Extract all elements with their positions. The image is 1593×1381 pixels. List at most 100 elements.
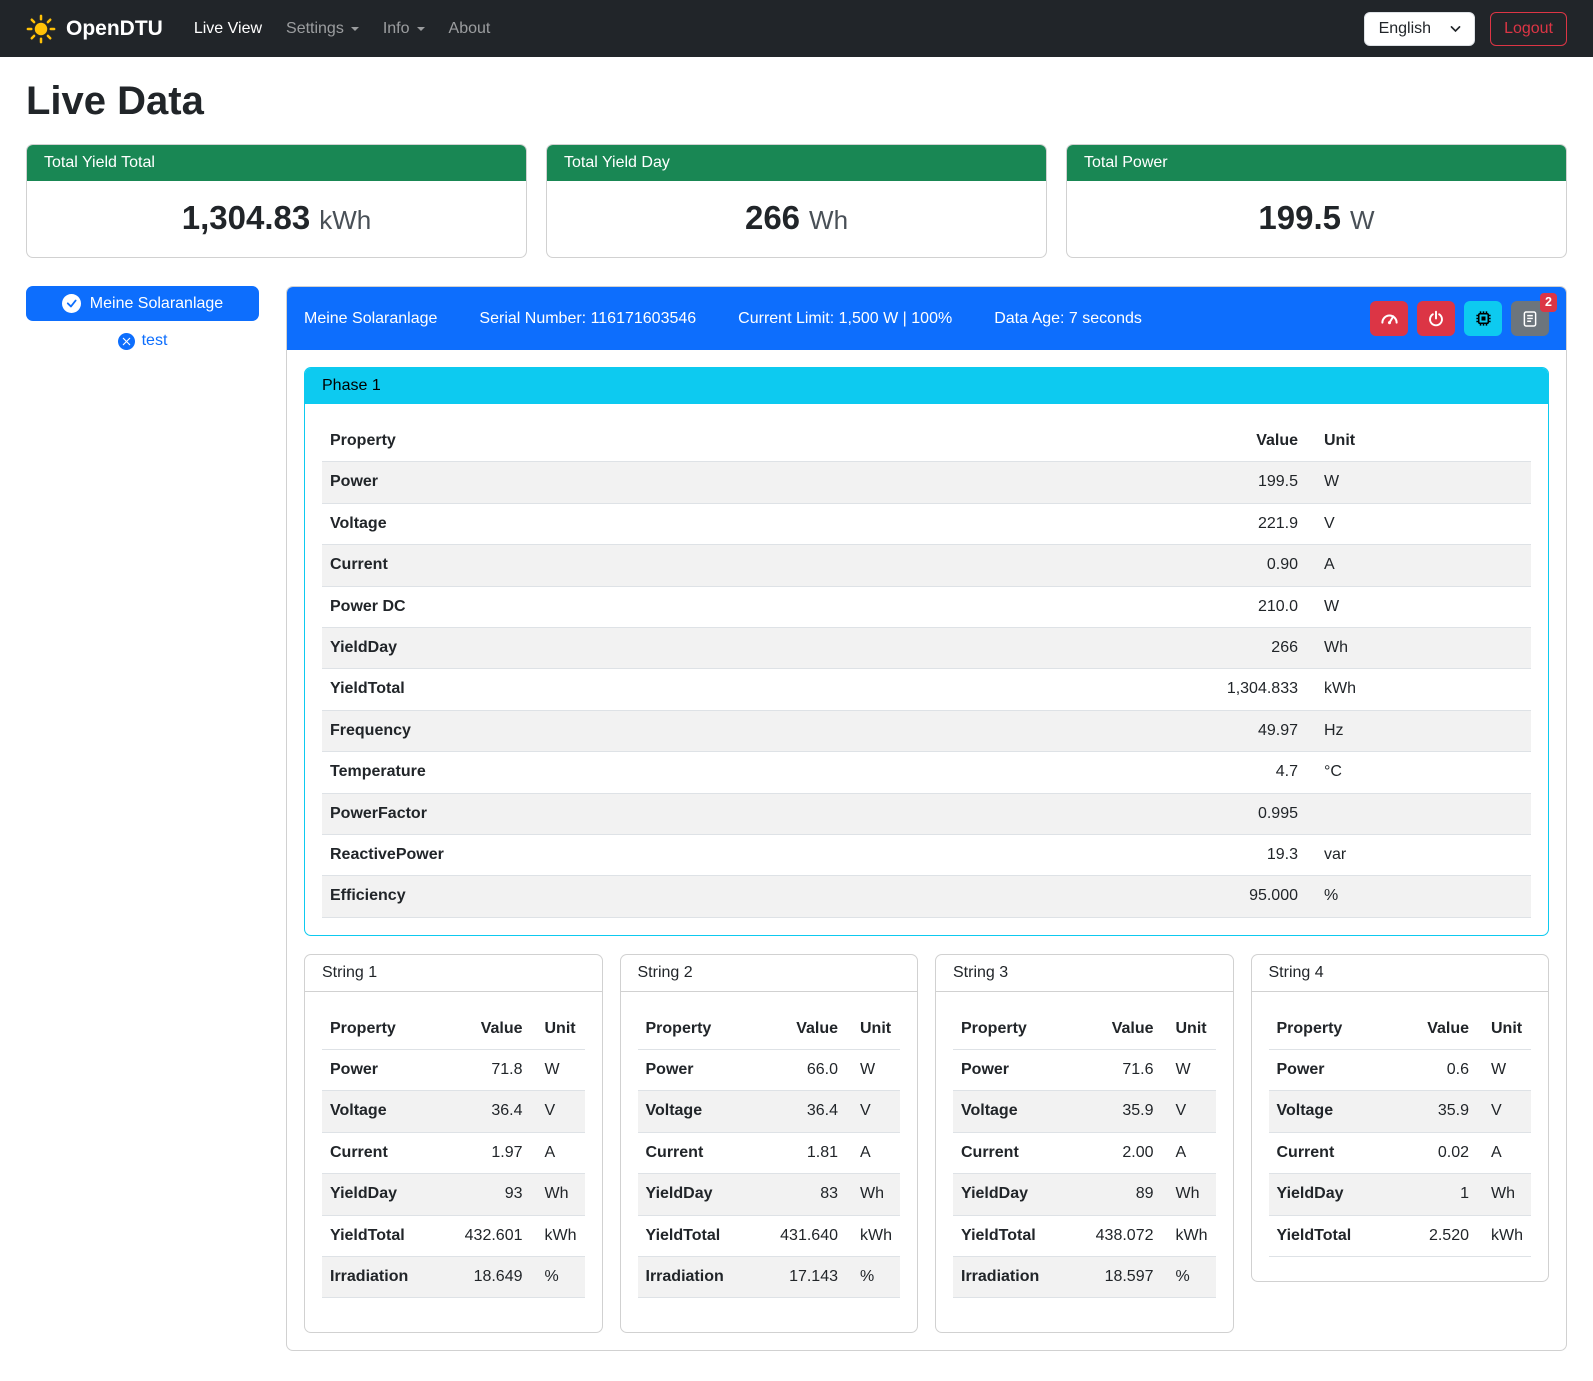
unit-cell: Wh	[1477, 1174, 1531, 1215]
col-header-unit: Unit	[1477, 1009, 1531, 1050]
top-navbar: OpenDTU Live View Settings Info About En…	[0, 0, 1593, 57]
value-cell: 93	[439, 1174, 531, 1215]
sidebar-item-meine-solaranlage[interactable]: Meine Solaranlage	[26, 286, 259, 321]
app-brand[interactable]: OpenDTU	[26, 14, 163, 44]
unit-cell: W	[531, 1050, 585, 1091]
property-cell: Voltage	[1269, 1091, 1396, 1132]
table-row: Efficiency95.000%	[322, 876, 1531, 917]
value-cell: 89	[1070, 1174, 1162, 1215]
card-body: 199.5W	[1067, 181, 1566, 257]
col-header-property: Property	[322, 1009, 439, 1050]
property-cell: Power	[638, 1050, 755, 1091]
property-cell: Temperature	[322, 752, 911, 793]
nav-about[interactable]: About	[440, 12, 500, 46]
page-title: Live Data	[26, 79, 1567, 124]
unit-cell: W	[1306, 462, 1531, 503]
total-power-value: 199.5	[1258, 199, 1341, 236]
property-cell: YieldTotal	[322, 1215, 439, 1256]
unit-cell: kWh	[1306, 669, 1531, 710]
power-button[interactable]	[1417, 301, 1455, 336]
string-2-card: String 2 Property Value Unit	[620, 954, 919, 1334]
table-row: Voltage36.4V	[638, 1091, 901, 1132]
table-header-row: Property Value Unit	[322, 1009, 585, 1050]
brand-label: OpenDTU	[66, 17, 163, 41]
logout-button[interactable]: Logout	[1490, 12, 1567, 46]
table-row: Frequency49.97Hz	[322, 710, 1531, 751]
string-1-table: Property Value Unit Power71.8WVoltage36.…	[322, 1009, 585, 1299]
property-cell: Voltage	[953, 1091, 1070, 1132]
table-row: Current0.02A	[1269, 1132, 1532, 1173]
nav-settings-label: Settings	[286, 20, 344, 38]
property-cell: Current	[1269, 1132, 1396, 1173]
col-header-property: Property	[953, 1009, 1070, 1050]
unit-cell: V	[1477, 1091, 1531, 1132]
property-cell: YieldTotal	[953, 1215, 1070, 1256]
table-row: YieldDay1Wh	[1269, 1174, 1532, 1215]
unit-cell: A	[531, 1132, 585, 1173]
col-header-value: Value	[439, 1009, 531, 1050]
card-title: Total Power	[1067, 145, 1566, 181]
value-cell: 2.520	[1396, 1215, 1477, 1256]
property-cell: Irradiation	[322, 1257, 439, 1298]
table-header-row: Property Value Unit	[322, 421, 1531, 462]
page-content: Live Data Total Yield Total 1,304.83kWh …	[0, 57, 1593, 1381]
table-row: Power71.6W	[953, 1050, 1216, 1091]
unit-cell: V	[846, 1091, 900, 1132]
value-cell: 71.8	[439, 1050, 531, 1091]
card-body: 1,304.83kWh	[27, 181, 526, 257]
property-cell: YieldDay	[638, 1174, 755, 1215]
table-row: Power199.5W	[322, 462, 1531, 503]
phase-card-body: Property Value Unit Power199.5WVoltage22…	[305, 404, 1548, 935]
table-row: YieldTotal1,304.833kWh	[322, 669, 1531, 710]
property-cell: PowerFactor	[322, 793, 911, 834]
gauge-icon	[1380, 309, 1399, 328]
nav-links: Live View Settings Info About	[185, 12, 1342, 46]
value-cell: 432.601	[439, 1215, 531, 1256]
col-header-value: Value	[1396, 1009, 1477, 1050]
event-log-button[interactable]: 2	[1511, 301, 1549, 336]
unit-cell: kWh	[531, 1215, 585, 1256]
event-count-badge: 2	[1540, 293, 1557, 312]
value-cell: 266	[911, 627, 1306, 668]
nav-info[interactable]: Info	[374, 12, 434, 46]
nav-settings[interactable]: Settings	[277, 12, 368, 46]
total-yield-total-unit: kWh	[319, 205, 371, 235]
string-1-card: String 1 Property Value Unit	[304, 954, 603, 1334]
unit-cell: W	[1477, 1050, 1531, 1091]
unit-cell: Hz	[1306, 710, 1531, 751]
table-row: YieldTotal431.640kWh	[638, 1215, 901, 1256]
unit-cell: Wh	[531, 1174, 585, 1215]
inverter-name: Meine Solaranlage	[304, 310, 437, 328]
string-3-table: Property Value Unit Power71.6WVoltage35.…	[953, 1009, 1216, 1299]
property-cell: YieldDay	[1269, 1174, 1396, 1215]
col-header-property: Property	[638, 1009, 755, 1050]
phase-card: Phase 1 Property Value Unit Power199.5WV…	[304, 367, 1549, 936]
string-card-title: String 4	[1252, 955, 1549, 992]
check-circle-icon	[62, 294, 81, 313]
language-select[interactable]: English	[1364, 12, 1475, 46]
unit-cell: Wh	[1306, 627, 1531, 668]
value-cell: 0.90	[911, 545, 1306, 586]
limit-settings-button[interactable]	[1370, 301, 1408, 336]
table-row: YieldDay83Wh	[638, 1174, 901, 1215]
card-body: 266Wh	[547, 181, 1046, 257]
table-row: PowerFactor0.995	[322, 793, 1531, 834]
unit-cell: W	[1162, 1050, 1216, 1091]
value-cell: 17.143	[754, 1257, 846, 1298]
inverter-actions: 2	[1370, 301, 1549, 336]
total-yield-total-card: Total Yield Total 1,304.83kWh	[26, 144, 527, 258]
table-row: Power0.6W	[1269, 1050, 1532, 1091]
string-card-title: String 3	[936, 955, 1233, 992]
nav-live-view[interactable]: Live View	[185, 12, 271, 46]
unit-cell: °C	[1306, 752, 1531, 793]
table-row: YieldTotal432.601kWh	[322, 1215, 585, 1256]
table-row: Power66.0W	[638, 1050, 901, 1091]
inverter-limit: Current Limit: 1,500 W | 100%	[738, 310, 952, 328]
table-row: Voltage35.9V	[953, 1091, 1216, 1132]
table-row: Current1.97A	[322, 1132, 585, 1173]
device-info-button[interactable]	[1464, 301, 1502, 336]
table-row: Voltage35.9V	[1269, 1091, 1532, 1132]
string-card-body: Property Value Unit Power71.8WVoltage36.…	[305, 992, 602, 1333]
unit-cell: var	[1306, 834, 1531, 875]
sidebar-item-test[interactable]: test	[118, 332, 168, 350]
